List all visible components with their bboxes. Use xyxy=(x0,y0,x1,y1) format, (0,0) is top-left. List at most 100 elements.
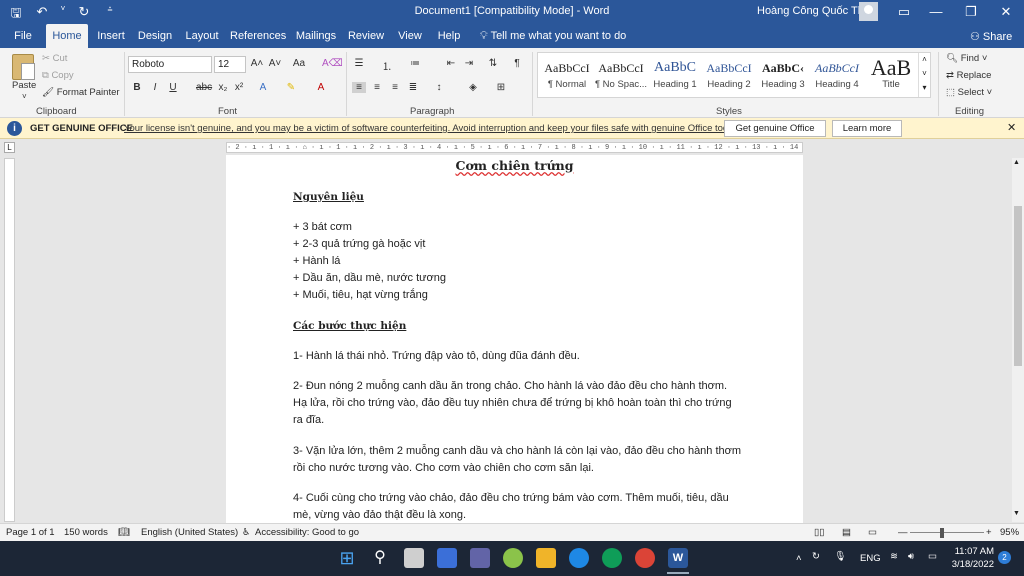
zoom-in-icon[interactable]: + xyxy=(986,527,992,538)
decrease-indent-icon[interactable]: ⇤ xyxy=(444,58,458,69)
tab-review[interactable]: Review xyxy=(346,24,386,48)
tab-view[interactable]: View xyxy=(394,24,426,48)
restore-icon[interactable]: ❐ xyxy=(958,2,984,22)
highlight-icon[interactable]: ✎ xyxy=(284,82,298,93)
tab-design[interactable]: Design xyxy=(136,24,174,48)
zoom-slider[interactable] xyxy=(910,532,984,533)
zoom-out-icon[interactable]: — xyxy=(898,527,908,538)
tab-home[interactable]: Home xyxy=(46,24,88,48)
clock-date[interactable]: 3/18/2022 xyxy=(949,559,994,570)
clear-formatting-icon[interactable]: A⌫ xyxy=(322,58,343,69)
word-count[interactable]: 150 words xyxy=(64,527,108,538)
font-size-box[interactable]: 12 xyxy=(214,56,246,73)
horizontal-ruler[interactable]: · 2 · ı · 1 · ı · ⌂ · ı · 1 · ı · 2 · ı … xyxy=(226,142,803,153)
user-name[interactable]: Hoàng Công Quốc Thái xyxy=(757,5,872,17)
style-heading-1[interactable]: AaBbC Heading 1 xyxy=(648,57,702,90)
chrome-icon[interactable] xyxy=(635,548,655,568)
tab-references[interactable]: References xyxy=(230,24,286,48)
italic-icon[interactable]: I xyxy=(148,82,162,93)
paste-icon[interactable] xyxy=(12,54,35,80)
shrink-font-icon[interactable]: A˅ xyxy=(268,58,282,69)
scroll-down-icon[interactable]: ▼ xyxy=(1013,510,1020,517)
copy-button[interactable]: ⧉ Copy xyxy=(42,70,74,81)
tab-layout[interactable]: Layout xyxy=(182,24,222,48)
tab-selector-icon[interactable]: L xyxy=(4,142,15,153)
select-button[interactable]: ⬚ Select ˅ xyxy=(946,87,992,98)
numbering-icon[interactable]: ⒈ xyxy=(380,58,394,73)
style-heading-3[interactable]: AaBbC‹ Heading 3 xyxy=(756,57,810,90)
volume-icon[interactable]: 🔊︎ xyxy=(908,551,914,562)
align-center-icon[interactable]: ≡ xyxy=(370,82,384,93)
message-text[interactable]: Your license isn't genuine, and you may … xyxy=(124,123,740,134)
search-icon[interactable]: ⚲ xyxy=(370,548,390,568)
bullets-icon[interactable]: ☰ xyxy=(352,58,366,69)
style-heading-4[interactable]: AaBbCcI Heading 4 xyxy=(810,57,864,90)
style-heading-2[interactable]: AaBbCcI Heading 2 xyxy=(702,57,756,90)
superscript-icon[interactable]: x² xyxy=(232,82,246,93)
subscript-icon[interactable]: x₂ xyxy=(216,82,230,93)
minimize-icon[interactable]: — xyxy=(923,2,949,22)
format-painter-button[interactable]: 🖌︎ Format Painter xyxy=(42,87,120,98)
replace-button[interactable]: ⇄ Replace xyxy=(946,70,991,81)
justify-icon[interactable]: ≣ xyxy=(406,82,420,93)
line-spacing-icon[interactable]: ↕ xyxy=(432,82,446,93)
close-icon[interactable]: ✕ xyxy=(1007,121,1016,134)
borders-icon[interactable]: ⊞ xyxy=(494,82,508,93)
paste-button[interactable]: Paste xyxy=(12,80,36,91)
tab-help[interactable]: Help xyxy=(434,24,464,48)
align-left-icon[interactable]: ≡ xyxy=(352,82,366,93)
app-icon[interactable] xyxy=(503,548,523,568)
edge-icon[interactable] xyxy=(569,548,589,568)
tab-mailings[interactable]: Mailings xyxy=(294,24,338,48)
chevron-up-icon[interactable]: ˄ xyxy=(796,553,802,564)
font-name-box[interactable]: Roboto xyxy=(128,56,212,73)
shading-icon[interactable]: ◈ xyxy=(466,82,480,93)
vertical-ruler[interactable] xyxy=(4,158,15,522)
accessibility-status[interactable]: Accessibility: Good to go xyxy=(255,527,359,538)
chevron-down-icon[interactable]: ˅ xyxy=(22,92,27,101)
document-page[interactable]: Cơm chiên trứng Nguyên liệu + 3 bát cơm … xyxy=(226,155,803,523)
font-color-icon[interactable]: A xyxy=(314,82,328,93)
ribbon-display-icon[interactable]: ▭ xyxy=(891,2,917,22)
learn-more-button[interactable]: Learn more xyxy=(832,120,902,137)
tab-insert[interactable]: Insert xyxy=(94,24,128,48)
gallery-scroll[interactable]: ˄ ˅ ▾ xyxy=(918,53,930,97)
get-genuine-office-button[interactable]: Get genuine Office xyxy=(724,120,826,137)
battery-icon[interactable]: ▭ xyxy=(928,551,937,562)
strikethrough-icon[interactable]: abc xyxy=(196,82,212,93)
input-language[interactable]: ENG xyxy=(860,553,881,564)
cut-button[interactable]: ✂ Cut xyxy=(42,53,67,64)
zoom-level[interactable]: 95% xyxy=(1000,527,1019,538)
widgets-icon[interactable] xyxy=(437,548,457,568)
change-case-icon[interactable]: Aa xyxy=(292,58,306,69)
sort-icon[interactable]: ⇅ xyxy=(486,58,500,69)
tab-file[interactable]: File xyxy=(8,24,38,48)
bold-icon[interactable]: B xyxy=(130,82,144,93)
style-title[interactable]: AaB Title xyxy=(864,57,918,90)
print-layout-icon[interactable]: ▤ xyxy=(842,527,851,538)
browser-icon[interactable] xyxy=(602,548,622,568)
file-explorer-icon[interactable] xyxy=(536,548,556,568)
vertical-scrollbar[interactable]: ▲ ▼ xyxy=(1012,158,1024,522)
tell-me-search[interactable]: 💡︎ Tell me what you want to do xyxy=(480,30,626,43)
increase-indent-icon[interactable]: ⇥ xyxy=(462,58,476,69)
wifi-icon[interactable]: ≋ xyxy=(890,551,898,562)
word-icon[interactable]: W xyxy=(668,548,688,568)
language-status[interactable]: English (United States) xyxy=(141,527,238,538)
style-normal[interactable]: AaBbCcI ¶ Normal xyxy=(540,57,594,90)
scroll-up-icon[interactable]: ▲ xyxy=(1013,159,1020,166)
microphone-icon[interactable]: 🎙︎ xyxy=(834,551,846,562)
teams-icon[interactable] xyxy=(470,548,490,568)
task-view-icon[interactable] xyxy=(404,548,424,568)
proofing-icon[interactable]: 📖︎ xyxy=(118,527,130,538)
show-marks-icon[interactable]: ¶ xyxy=(510,58,524,69)
grow-font-icon[interactable]: A˄ xyxy=(250,58,264,69)
web-layout-icon[interactable]: ▭ xyxy=(868,527,877,538)
page-count[interactable]: Page 1 of 1 xyxy=(6,527,55,538)
align-right-icon[interactable]: ≡ xyxy=(388,82,402,93)
multilevel-list-icon[interactable]: ≔ xyxy=(408,58,422,69)
read-mode-icon[interactable]: ▯▯ xyxy=(814,527,824,538)
zoom-slider-thumb[interactable] xyxy=(940,528,944,538)
notification-badge[interactable]: 2 xyxy=(998,551,1011,564)
scroll-thumb[interactable] xyxy=(1014,206,1022,366)
